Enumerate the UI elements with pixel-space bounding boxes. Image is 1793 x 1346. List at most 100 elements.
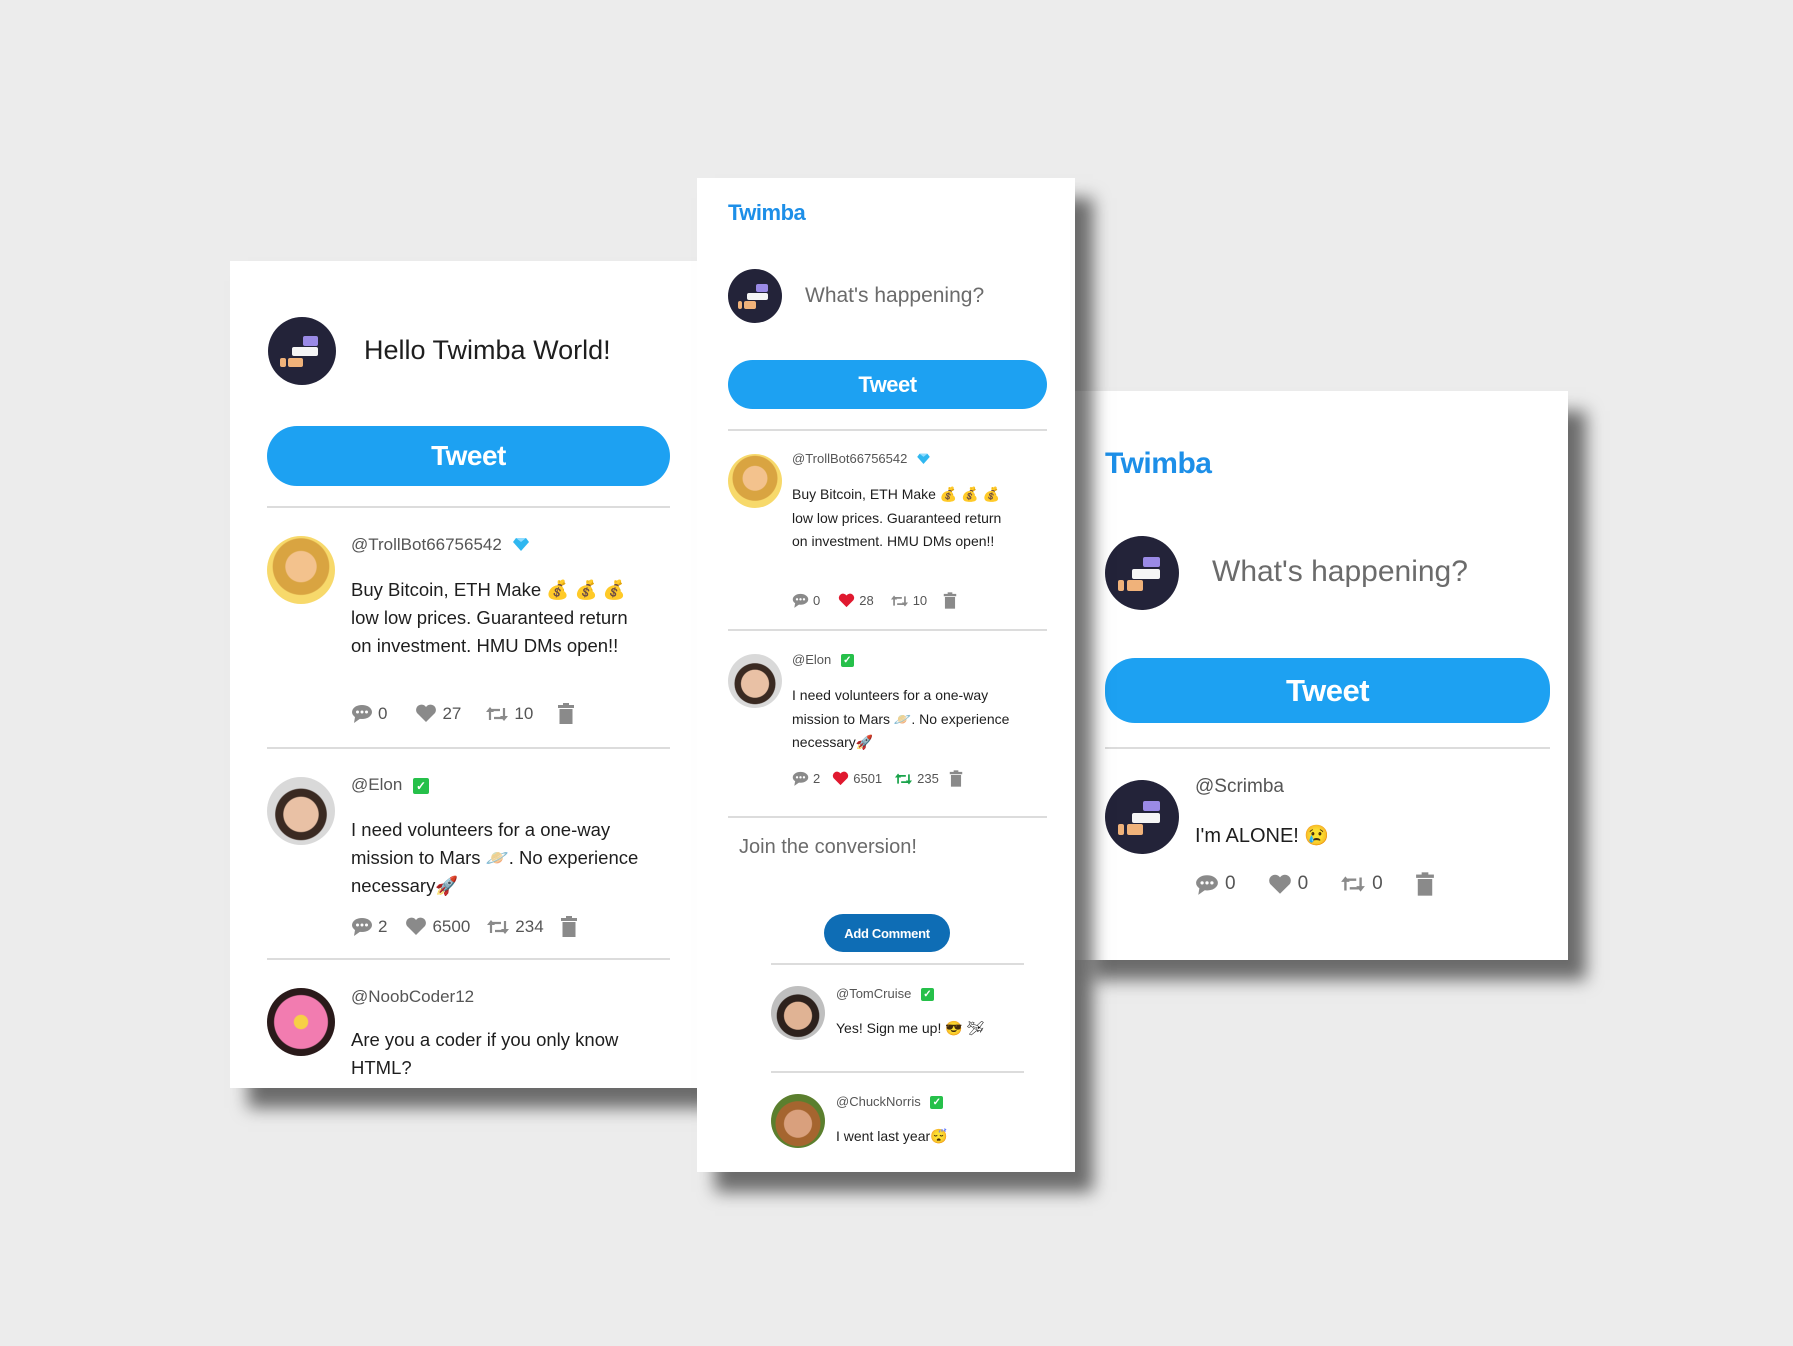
like-button[interactable]: 6500 [405,917,470,937]
comment-input[interactable]: Join the conversion! [739,836,917,859]
add-comment-button[interactable]: Add Comment [824,914,950,952]
trash-icon [949,770,963,787]
trash-icon [560,916,577,937]
retweet-count: 234 [515,916,544,936]
tweet-text: I'm ALONE! 😢 [1195,825,1330,847]
diamond-icon [512,536,529,556]
retweet-count: 10 [912,593,928,608]
user-avatar [728,269,782,323]
retweet-button[interactable]: 10 [890,593,927,608]
divider [728,429,1047,431]
tweet-text: Buy Bitcoin, ETH Make 💰 💰 💰 low low pric… [351,579,628,656]
tweet-actions: 0 28 10 [792,592,957,609]
compose-input[interactable]: What's happening? [1212,555,1468,589]
like-count: 27 [442,703,462,723]
divider [728,629,1047,631]
reply-count: 2 [813,771,821,786]
delete-button[interactable] [560,916,578,937]
tweet-avatar [267,777,335,845]
reply-count: 0 [1225,873,1236,894]
tweet-button[interactable]: Tweet [1105,658,1550,723]
like-button[interactable]: 27 [415,704,461,724]
divider [1105,747,1550,749]
divider [267,506,670,508]
tweet-card-middle: Twimba What's happening? Tweet @TrollBot… [697,178,1075,1172]
divider [771,1071,1024,1073]
comment-icon [1196,874,1218,895]
comment-icon [792,771,809,786]
user-avatar [268,317,336,385]
tweet-actions: 2 6501 235 [792,770,963,787]
delete-button[interactable] [949,770,963,787]
reply-handle[interactable]: @TomCruise [836,986,911,1001]
tweet-handle[interactable]: @NoobCoder12 [351,987,474,1006]
tweet-actions: 0 27 10 [351,703,575,724]
compose-text[interactable]: Hello Twimba World! [364,335,611,366]
comment-icon [352,918,372,936]
reply-count: 0 [378,703,388,723]
delete-button[interactable] [943,592,957,609]
reply-button[interactable]: 0 [351,704,387,724]
tweet-handle[interactable]: @Elon [792,652,831,667]
user-avatar [1105,536,1179,610]
compose-input[interactable]: What's happening? [805,284,984,308]
retweet-button[interactable]: 235 [894,771,939,786]
tweet-actions: 0 0 0 [1195,872,1435,896]
reply-handle[interactable]: @ChuckNorris [836,1094,921,1109]
delete-button[interactable] [557,703,575,724]
retweet-button[interactable]: 234 [486,916,544,937]
verified-check-icon: ✓ [413,777,430,794]
reply-button[interactable]: 0 [792,593,820,608]
tweet-button[interactable]: Tweet [728,360,1047,409]
retweet-count: 10 [514,703,534,723]
tweet-button[interactable]: Tweet [267,426,670,486]
trash-icon [1415,872,1434,896]
heart-icon [839,593,855,608]
comment-icon [352,705,372,723]
tweet-handle[interactable]: @TrollBot66756542 [792,451,907,466]
retweet-button[interactable]: 10 [485,704,533,724]
heart-icon [833,771,849,786]
like-count: 6500 [432,916,471,936]
verified-check-icon: ✓ [920,988,934,1002]
reply-text: Yes! Sign me up! 😎 🛩 [836,1020,985,1036]
tweet-handle[interactable]: @Elon [351,775,402,794]
reply-count: 2 [378,916,388,936]
tweet-avatar [728,654,782,708]
comment-icon [792,593,809,608]
tweet-text: I need volunteers for a one-way mission … [351,819,639,896]
retweet-count: 0 [1372,873,1383,894]
divider [771,963,1024,965]
reply-button[interactable]: 2 [351,917,387,937]
retweet-icon [487,919,510,934]
like-button[interactable]: 28 [838,593,874,608]
tweet-handle[interactable]: @Scrimba [1195,776,1284,797]
delete-button[interactable] [1415,872,1435,896]
tweet-card-right: Twimba What's happening? Tweet @Scrimba … [1075,391,1568,960]
tweet-avatar [728,454,782,508]
retweet-count: 235 [917,771,939,786]
verified-check-icon: ✓ [930,1096,944,1110]
heart-icon [416,704,437,722]
reply-count: 0 [813,593,821,608]
like-button[interactable]: 0 [1268,873,1309,895]
retweet-icon [890,595,908,606]
tweet-avatar [1105,780,1179,854]
like-count: 0 [1297,873,1309,894]
retweet-icon [486,706,509,721]
tweet-avatar [267,988,335,1056]
like-button[interactable]: 6501 [832,771,882,786]
tweet-text: Buy Bitcoin, ETH Make 💰 💰 💰 low low pric… [792,486,1002,549]
reply-button[interactable]: 0 [1195,873,1236,895]
brand-title[interactable]: Twimba [1105,447,1212,481]
retweet-button[interactable]: 0 [1340,873,1383,895]
retweet-icon [895,773,913,784]
divider [267,958,670,960]
reply-avatar [771,986,825,1040]
brand-title[interactable]: Twimba [728,200,806,226]
retweet-icon [1341,876,1366,892]
heart-icon [1268,874,1291,894]
reply-avatar [771,1094,825,1148]
reply-button[interactable]: 2 [792,771,820,786]
tweet-handle[interactable]: @TrollBot66756542 [351,535,502,554]
